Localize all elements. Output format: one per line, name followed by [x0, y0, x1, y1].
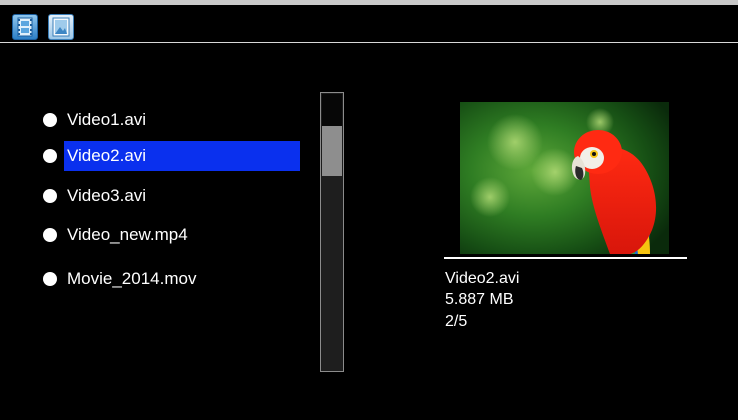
radio-bullet-icon[interactable]: [43, 149, 57, 163]
parrot-image: [460, 102, 669, 254]
list-item[interactable]: Video_new.mp4: [43, 220, 305, 250]
file-name: Movie_2014.mov: [67, 269, 197, 288]
preview-divider: [444, 257, 687, 259]
preview-thumbnail: [460, 102, 669, 254]
picture-icon[interactable]: [48, 14, 74, 40]
preview-filesize: 5.887 MB: [445, 291, 514, 308]
radio-bullet-icon[interactable]: [43, 272, 57, 286]
radio-bullet-icon[interactable]: [43, 113, 57, 127]
toolbar-divider: [0, 42, 738, 43]
list-item[interactable]: Video1.avi: [43, 105, 305, 135]
file-name: Video2.avi: [64, 141, 300, 171]
scrollbar-thumb[interactable]: [322, 126, 342, 176]
file-name: Video_new.mp4: [67, 225, 188, 244]
radio-bullet-icon[interactable]: [43, 189, 57, 203]
file-name: Video1.avi: [67, 110, 147, 129]
list-item[interactable]: Video3.avi: [43, 181, 305, 211]
film-strip-icon[interactable]: [12, 14, 38, 40]
scrollbar-up-area[interactable]: [322, 94, 342, 126]
list-item-selected[interactable]: Video2.avi: [43, 141, 305, 171]
list-scrollbar[interactable]: [320, 92, 344, 372]
preview-position: 2/5: [445, 313, 468, 330]
toolbar: [0, 5, 738, 42]
scrollbar-track[interactable]: [322, 176, 342, 370]
preview-filename: Video2.avi: [445, 270, 520, 287]
file-name: Video3.avi: [67, 186, 147, 205]
list-item[interactable]: Movie_2014.mov: [43, 264, 305, 294]
radio-bullet-icon[interactable]: [43, 228, 57, 242]
